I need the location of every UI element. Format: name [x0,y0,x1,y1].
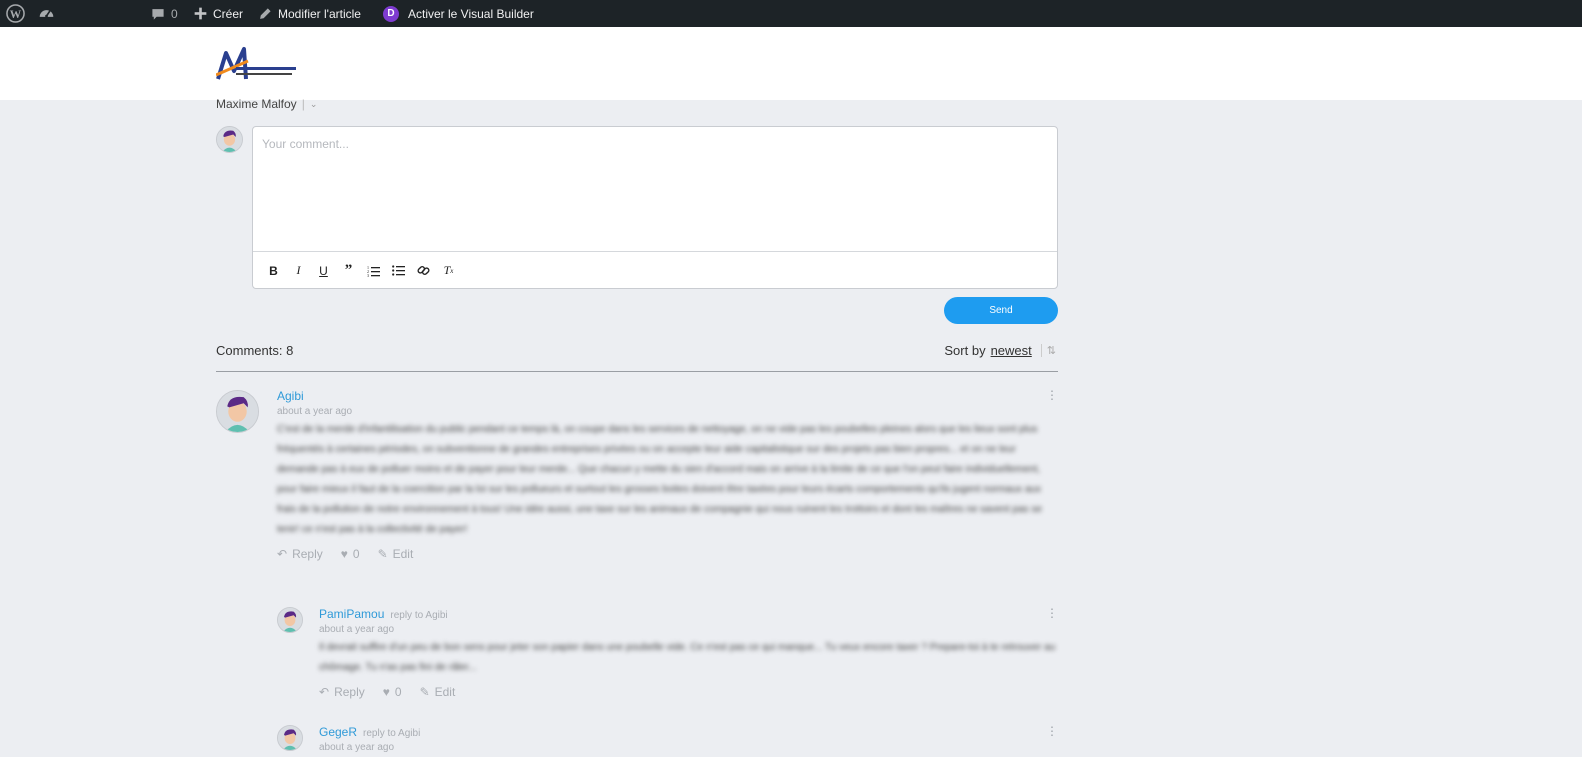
more-options-icon[interactable]: ⋮ [1046,607,1058,619]
wordpress-icon: W [6,4,25,23]
sort-order-link[interactable]: newest [991,343,1032,358]
edit-post-label: Modifier l'article [278,6,361,21]
ordered-list-icon[interactable]: 123 [365,262,382,279]
reply-to-label[interactable]: reply to Agibi [363,728,420,739]
reply-icon: ↶ [319,685,330,699]
comment-text: C'est de la merde d'infantilisation du p… [277,424,1042,535]
pencil-icon [258,7,272,21]
plus-icon [194,7,207,20]
dashboard-menu[interactable] [38,0,55,27]
underline-icon[interactable]: U [315,262,332,279]
reply-button[interactable]: ↶ Reply [319,685,365,699]
edit-label: Edit [392,547,414,561]
comment-item: GegeR reply to Agibi about a year ago ⋮ [319,725,1058,753]
sort-control: Sort by newest ⇅ [944,343,1056,358]
dashboard-icon [38,5,55,22]
edit-post-menu[interactable]: Modifier l'article [258,0,361,27]
link-icon[interactable] [415,262,432,279]
editor-toolbar: B I U ” 123 Tx [253,251,1057,289]
avatar [277,607,303,633]
more-options-icon[interactable]: ⋮ [1046,389,1058,401]
author-name: Maxime Malfoy [216,97,297,111]
comments-menu[interactable]: 0 [151,0,178,27]
edit-button[interactable]: ✎ Edit [420,685,456,699]
edit-button[interactable]: ✎ Edit [378,547,414,561]
create-label: Créer [213,6,244,21]
comment-bubble-icon [151,7,165,21]
like-count: 0 [394,685,402,699]
avatar [216,126,243,153]
edit-label: Edit [434,685,456,699]
bold-icon[interactable]: B [265,262,282,279]
comment-header: GegeR reply to Agibi [319,725,1058,739]
site-header [0,27,1582,100]
reply-label: Reply [334,685,365,699]
heart-icon: ♥ [382,685,390,699]
reply-button[interactable]: ↶ Reply [277,547,323,561]
svg-text:W: W [10,9,22,21]
svg-text:3: 3 [367,273,369,277]
comment-author[interactable]: PamiPamou [319,607,384,621]
wordpress-menu[interactable]: W [6,0,25,27]
comment-date: about a year ago [319,742,395,753]
quote-icon[interactable]: ” [340,262,357,279]
reply-icon: ↶ [277,547,288,561]
avatar [277,725,303,751]
comments-count: 0 [171,6,178,21]
chevron-down-icon: ⌄ [309,98,318,109]
comment-date: about a year ago [277,406,353,417]
avatar [216,390,259,433]
comment-author[interactable]: GegeR [319,725,357,739]
visual-builder-menu[interactable]: D Activer le Visual Builder [383,0,534,27]
italic-icon[interactable]: I [290,262,307,279]
like-count: 0 [352,547,360,561]
maxime-malfoy-logo[interactable] [215,45,298,83]
divi-icon: D [383,5,399,22]
divider: | [301,97,305,111]
sort-icon[interactable]: ⇅ [1040,344,1056,357]
sort-prefix: Sort by [944,343,986,358]
comment-actions: ↶ Reply ♥ 0 ✎ Edit [319,685,1058,699]
comment-date: about a year ago [319,624,395,635]
divider [216,371,1058,372]
more-options-icon[interactable]: ⋮ [1046,725,1058,737]
visual-builder-label: Activer le Visual Builder [408,6,534,21]
edit-icon: ✎ [419,685,430,699]
create-menu[interactable]: Créer [194,0,243,27]
comment-item: Agibi about a year ago C'est de la merde… [277,389,1058,561]
comment-header: Agibi [277,389,1058,403]
send-button[interactable]: Send [944,297,1058,324]
reply-to-label[interactable]: reply to Agibi [390,610,447,621]
comment-author[interactable]: Agibi [277,389,304,403]
like-button[interactable]: ♥ 0 [383,685,402,699]
comment-text: Il devrait suffire d'un peu de bon sens … [319,642,1056,673]
comment-header: PamiPamou reply to Agibi [319,607,1058,621]
comment-input[interactable] [253,127,1057,251]
bullet-list-icon[interactable] [390,262,407,279]
comment-item: PamiPamou reply to Agibi about a year ag… [319,607,1058,699]
comments-count-label: Comments: 8 [216,343,294,358]
comment-actions: ↶ Reply ♥ 0 ✎ Edit [277,547,1058,561]
admin-bar: W 0 Créer Modifier l'article D Activer l… [0,0,1582,27]
comment-editor: B I U ” 123 Tx [252,126,1058,289]
author-selector[interactable]: Maxime Malfoy | ⌄ [216,97,317,111]
clear-format-icon[interactable]: Tx [440,262,457,279]
like-button[interactable]: ♥ 0 [341,547,360,561]
edit-icon: ✎ [377,547,388,561]
reply-label: Reply [292,547,323,561]
heart-icon: ♥ [340,547,348,561]
